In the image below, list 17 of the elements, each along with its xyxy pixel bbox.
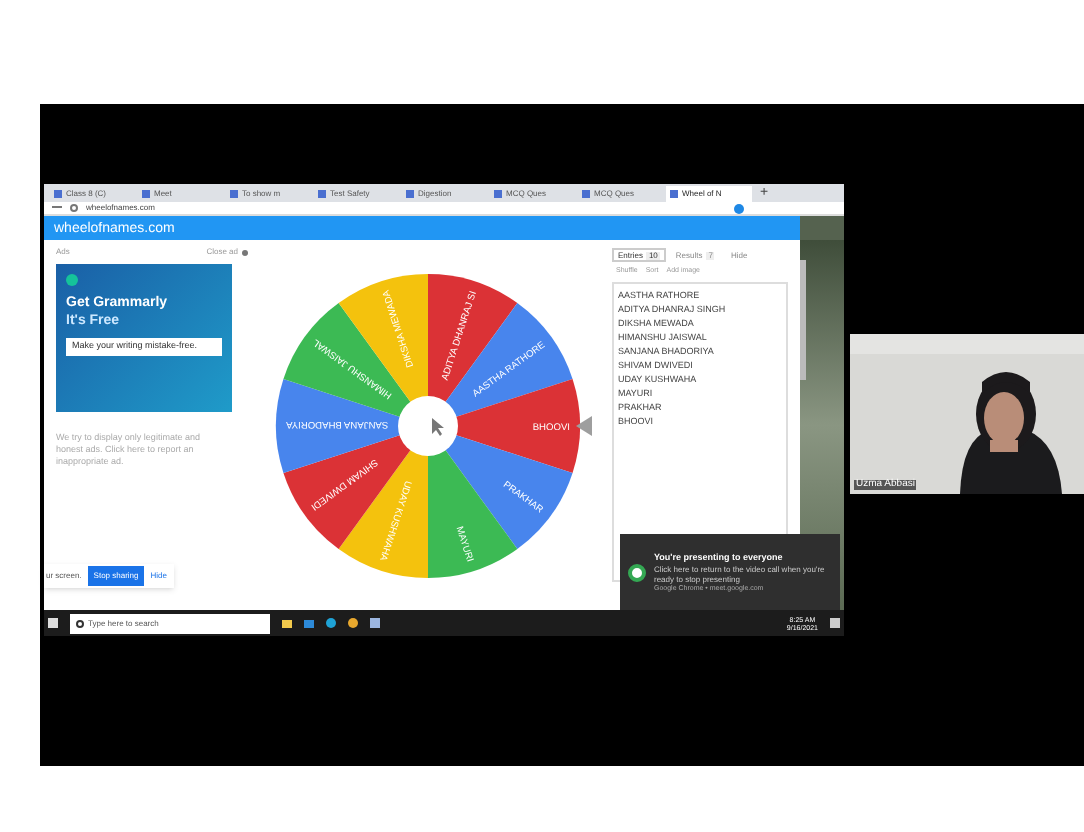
- cursor-icon: [432, 417, 444, 435]
- favicon-icon: [582, 190, 590, 198]
- scrollbar[interactable]: [800, 260, 806, 380]
- favicon-icon: [142, 190, 150, 198]
- favicon-icon: [318, 190, 326, 198]
- favicon-icon: [230, 190, 238, 198]
- grammarly-logo-icon: [66, 274, 78, 286]
- favicon-icon: [494, 190, 502, 198]
- wheel-hub[interactable]: [398, 395, 458, 455]
- profile-icon[interactable]: [734, 203, 744, 213]
- pointer-icon: [576, 415, 592, 435]
- settings-icon[interactable]: [242, 249, 248, 255]
- favicon-icon: [670, 190, 678, 198]
- favicon-icon: [54, 190, 62, 198]
- search-icon: [76, 619, 84, 627]
- favicon-icon: [406, 190, 414, 198]
- folder-icon[interactable]: [282, 619, 292, 627]
